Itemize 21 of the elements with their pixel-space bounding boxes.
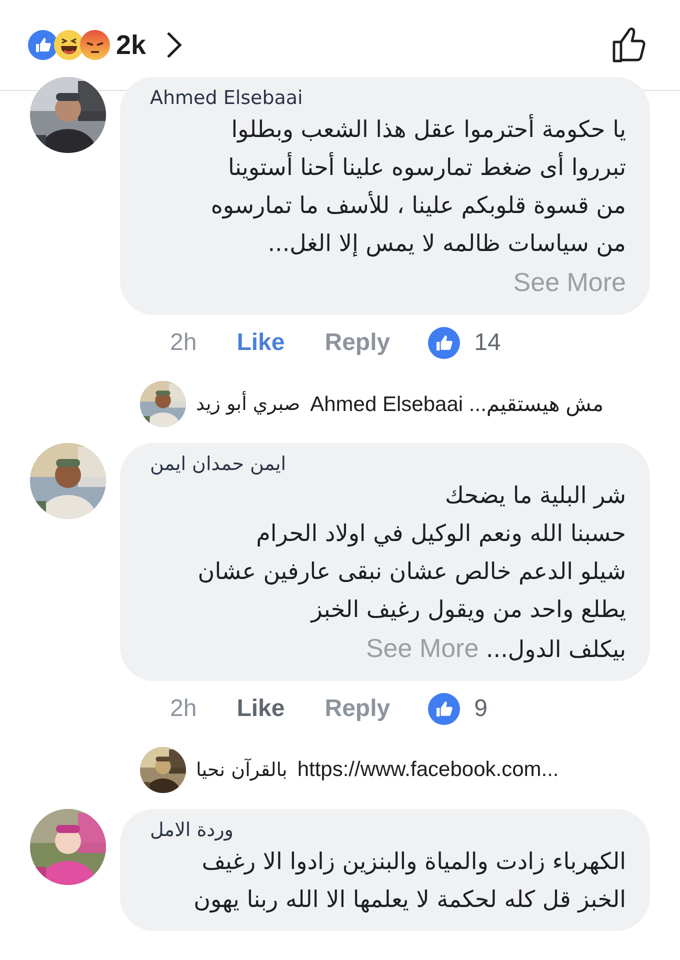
reply-text[interactable]: https://www.facebook.com... — [297, 758, 559, 782]
comment-author[interactable]: Ahmed Elsebaai — [150, 85, 626, 111]
comment-time: 2h — [170, 329, 197, 357]
reaction-count[interactable]: 2k — [116, 30, 146, 60]
laughing-emoji-icon — [54, 30, 84, 60]
like-link[interactable]: Like — [236, 329, 285, 357]
comment-author[interactable]: وردة الامل — [150, 817, 626, 843]
like-reaction-icon — [28, 30, 58, 60]
comment-author[interactable]: ايمن حمدان ايمن — [150, 451, 626, 477]
chevron-right-icon[interactable] — [164, 30, 184, 60]
like-reaction-icon — [428, 327, 460, 359]
reaction-count: 14 — [474, 329, 501, 357]
like-link[interactable]: Like — [236, 695, 285, 723]
angry-emoji-icon — [80, 30, 110, 60]
like-reaction-icon — [428, 693, 460, 725]
reply-author[interactable]: بالقرآن نحيا — [196, 759, 288, 781]
reply-text[interactable]: مش هيستقيم... Ahmed Elsebaai — [310, 392, 604, 416]
comment-time: 2h — [170, 695, 197, 723]
reply-author[interactable]: صبري أبو زيد — [196, 393, 300, 415]
comment-text: الكهرباء زادت والمياة والبنزين زادوا الا رغيف الخبز قل كله لحكمة لا يعلمها الا الله ربنا يهون — [192, 848, 626, 915]
reaction-count: 9 — [474, 695, 488, 723]
